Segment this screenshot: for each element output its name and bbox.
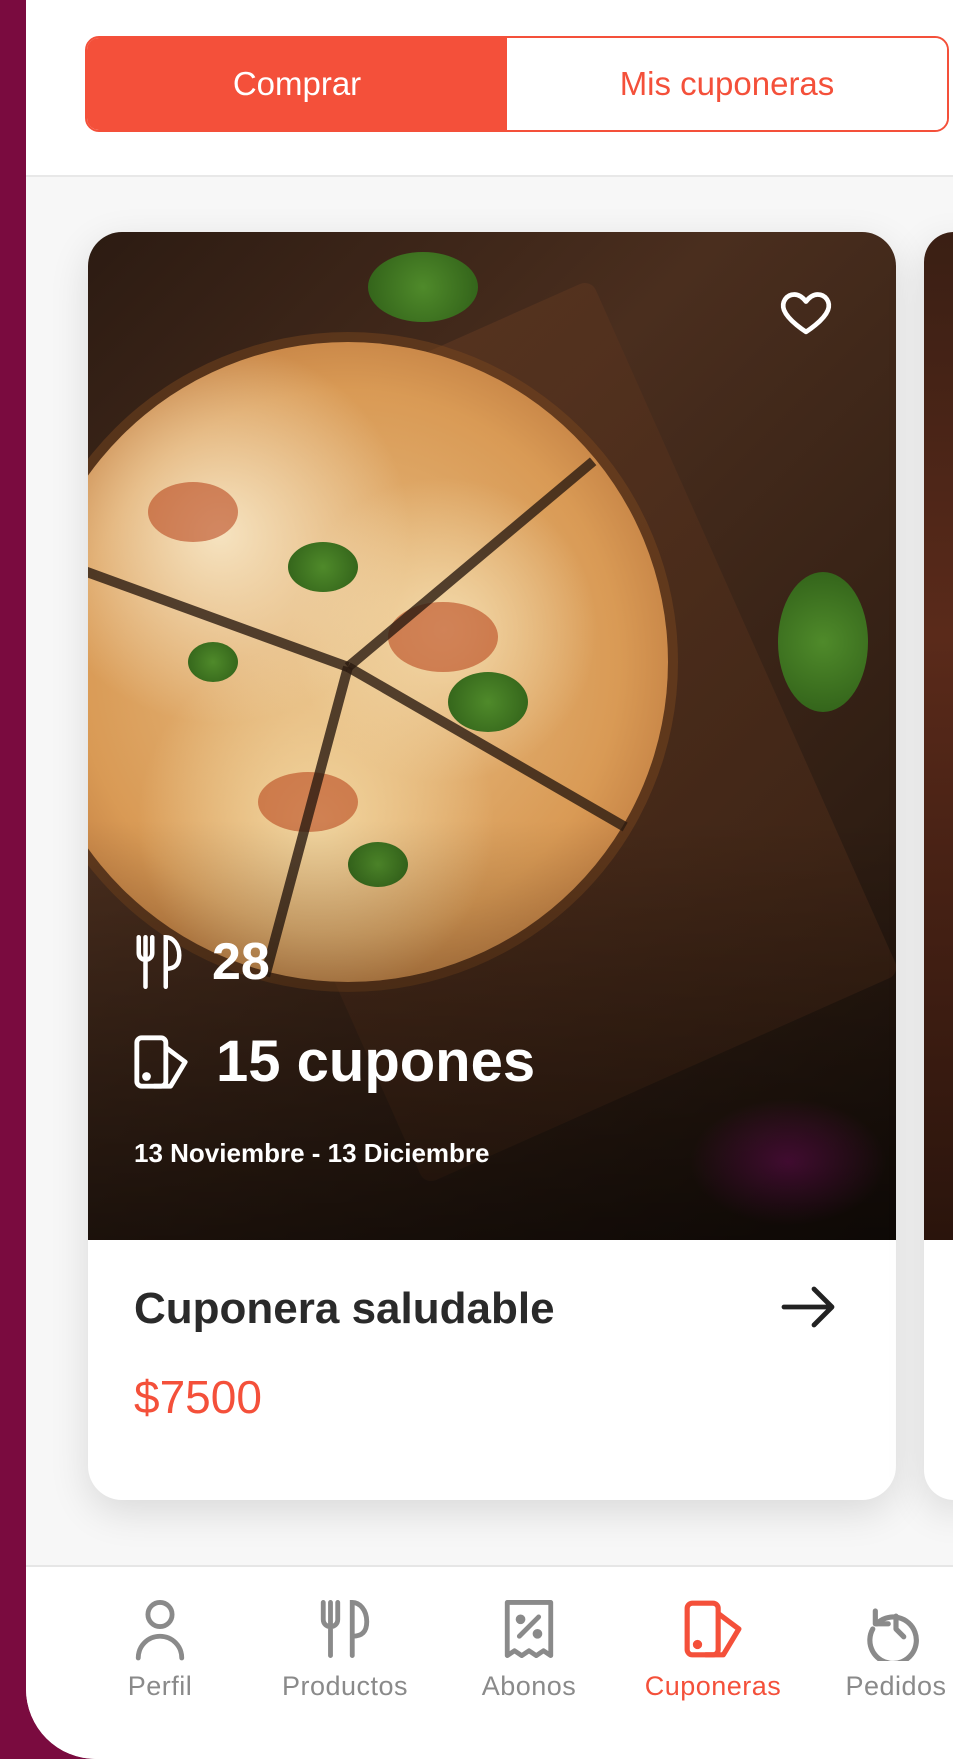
segmented-control: Comprar Mis cuponeras <box>85 36 949 132</box>
coupons-count: 15 cupones <box>216 1029 536 1094</box>
tab-label-perfil: Perfil <box>127 1671 193 1701</box>
card-title: Cuponera saludable <box>134 1284 555 1333</box>
parsley-garnish <box>368 252 478 322</box>
date-range: 13 Noviembre - 13 Diciembre <box>134 1138 490 1168</box>
tab-label-pedidos: Pedidos <box>845 1671 947 1701</box>
tab-pedidos[interactable]: Pedidos <box>811 1597 953 1702</box>
coupon-book-card[interactable]: 28 15 cupones 13 Noviembre - 13 Diciembr… <box>88 232 896 1500</box>
arrow-right-icon[interactable] <box>778 1282 838 1332</box>
card-price: $7500 <box>134 1371 262 1423</box>
tab-label-productos: Productos <box>281 1671 409 1701</box>
tab-label-cuponeras: Cuponeras <box>644 1671 782 1701</box>
coupon-book-icon <box>684 1600 742 1658</box>
header: Comprar Mis cuponeras <box>26 0 953 177</box>
restaurants-count: 28 <box>212 933 270 991</box>
discount-receipt-icon <box>504 1599 554 1658</box>
heart-icon[interactable] <box>778 284 834 340</box>
restaurants-stat: 28 <box>132 932 270 992</box>
tab-cuponeras[interactable]: Cuponeras <box>628 1597 798 1702</box>
coupons-stat: 15 cupones <box>132 1028 535 1095</box>
coupon-book-icon <box>134 1034 188 1089</box>
tab-mis-cuponeras[interactable]: Mis cuponeras <box>507 38 947 130</box>
next-card-peek[interactable] <box>924 232 953 1500</box>
card-image: 28 15 cupones 13 Noviembre - 13 Diciembr… <box>88 232 896 1240</box>
cutlery-icon <box>136 934 182 989</box>
history-icon <box>867 1608 919 1661</box>
next-card-image <box>924 232 953 1240</box>
bottom-tab-bar: Perfil Productos Abonos Cuponeras Pedido… <box>26 1565 953 1759</box>
tab-productos[interactable]: Productos <box>260 1597 430 1702</box>
person-icon <box>135 1600 185 1661</box>
cutlery-icon <box>320 1599 370 1658</box>
tab-label-abonos: Abonos <box>481 1671 577 1701</box>
app-screen: Comprar Mis cuponeras 28 15 cupones 13 N… <box>26 0 953 1759</box>
parsley-garnish-2 <box>778 572 868 712</box>
tab-comprar[interactable]: Comprar <box>87 38 507 130</box>
tab-abonos[interactable]: Abonos <box>444 1597 614 1702</box>
tab-perfil[interactable]: Perfil <box>75 1597 245 1702</box>
